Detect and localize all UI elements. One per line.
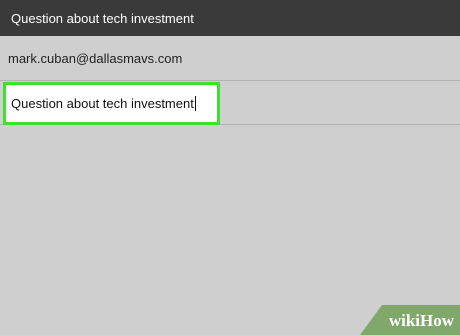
watermark-wiki: wiki (388, 311, 420, 330)
message-body[interactable] (0, 125, 460, 335)
subject-row: Question about tech investment (0, 81, 460, 125)
window-title: Question about tech investment (11, 10, 194, 26)
title-bar: Question about tech investment (0, 0, 460, 36)
watermark-how: How (420, 311, 454, 330)
subject-input[interactable]: Question about tech investment (3, 82, 220, 125)
subject-text: Question about tech investment (11, 96, 194, 111)
to-field[interactable]: mark.cuban@dallasmavs.com (0, 36, 460, 81)
wikihow-watermark: wikiHow (360, 305, 460, 335)
watermark-logo: wikiHow (389, 311, 454, 331)
to-recipient: mark.cuban@dallasmavs.com (8, 50, 183, 66)
text-cursor (194, 96, 196, 111)
